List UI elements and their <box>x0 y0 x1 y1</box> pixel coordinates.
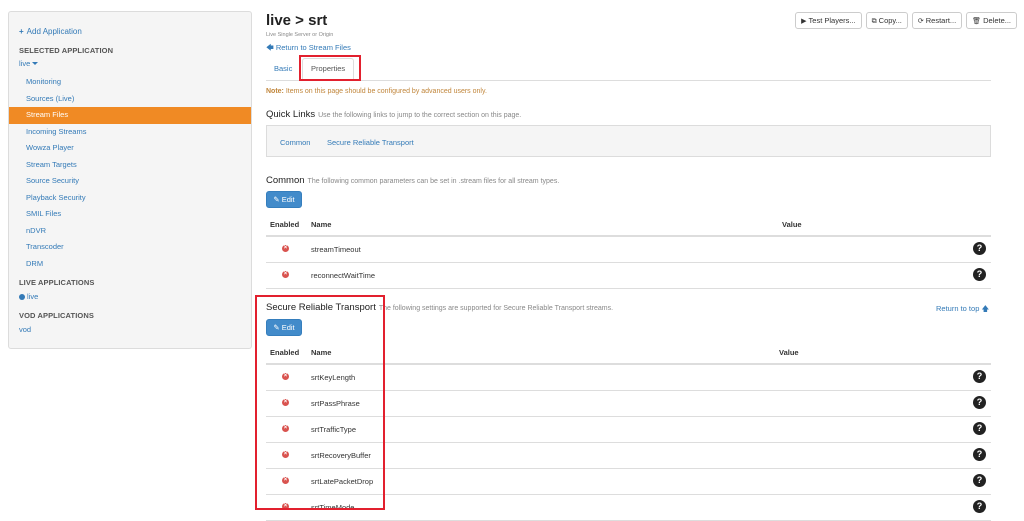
pencil-icon: ✎ <box>273 323 280 332</box>
sidebar-item-monitoring[interactable]: Monitoring <box>9 74 251 91</box>
caret-down-icon <box>32 62 39 65</box>
table-row: × srtTimeMode ? <box>266 495 991 521</box>
common-table-header: Enabled Name Value <box>266 216 991 237</box>
quick-links-heading: Quick Links Use the following links to ju… <box>266 109 522 120</box>
refresh-icon: ⟳ <box>917 18 924 25</box>
sidebar-item-incoming-streams[interactable]: Incoming Streams <box>9 124 251 141</box>
vod-app-link[interactable]: vod <box>19 325 31 334</box>
quick-link-srt[interactable]: Secure Reliable Transport <box>327 138 414 147</box>
arrow-left-icon: 🡄 <box>266 43 274 52</box>
table-row: × reconnectWaitTime ? <box>266 263 991 289</box>
srt-table-header: Enabled Name Value <box>266 344 991 365</box>
page-subtitle: Live Single Server or Origin <box>266 32 334 38</box>
column-value: Value <box>779 348 799 357</box>
sidebar-item-transcoder[interactable]: Transcoder <box>9 239 251 256</box>
arrow-up-icon: 🡅 <box>981 304 990 313</box>
sidebar-menu: Monitoring Sources (Live) Stream Files I… <box>9 74 251 272</box>
property-name: streamTimeout <box>311 245 361 254</box>
disabled-x-icon: × <box>282 271 289 278</box>
help-icon[interactable]: ? <box>973 448 986 461</box>
quick-link-common[interactable]: Common <box>280 138 310 147</box>
disabled-x-icon: × <box>282 425 289 432</box>
srt-edit-button[interactable]: ✎ Edit <box>266 319 302 336</box>
selected-app-dropdown[interactable]: live <box>19 59 39 68</box>
sidebar-item-sources-live[interactable]: Sources (Live) <box>9 91 251 108</box>
page-title: live > srt <box>266 12 328 29</box>
srt-table: Enabled Name Value × srtKeyLength ? × sr… <box>266 344 991 521</box>
sidebar-item-ndvr[interactable]: nDVR <box>9 223 251 240</box>
advanced-note: Note: Items on this page should be confi… <box>266 88 487 95</box>
column-value: Value <box>782 220 802 229</box>
pencil-icon: ✎ <box>273 195 280 204</box>
sidebar-item-stream-targets[interactable]: Stream Targets <box>9 157 251 174</box>
disabled-x-icon: × <box>282 503 289 510</box>
test-players-button[interactable]: ▶ Test Players... <box>795 12 862 29</box>
disabled-x-icon: × <box>282 245 289 252</box>
property-name: srtRecoveryBuffer <box>311 451 371 460</box>
status-dot-icon <box>19 293 25 300</box>
disabled-x-icon: × <box>282 451 289 458</box>
live-app-link[interactable]: live <box>19 292 38 301</box>
return-to-stream-files-link[interactable]: 🡄 Return to Stream Files <box>266 42 351 55</box>
tab-basic[interactable]: Basic <box>274 58 292 80</box>
property-name: srtKeyLength <box>311 373 356 382</box>
column-name: Name <box>311 220 332 229</box>
disabled-x-icon: × <box>282 399 289 406</box>
help-icon[interactable]: ? <box>973 500 986 513</box>
selected-application-heading: SELECTED APPLICATION <box>19 46 114 55</box>
delete-button[interactable]: 🗑 Delete... <box>966 12 1017 29</box>
sidebar-item-playback-security[interactable]: Playback Security <box>9 190 251 207</box>
table-row: × streamTimeout ? <box>266 237 991 263</box>
restart-button[interactable]: ⟳ Restart... <box>911 12 963 29</box>
table-row: × srtPassPhrase ? <box>266 391 991 417</box>
quick-links-box: Common Secure Reliable Transport <box>266 125 991 157</box>
toolbar: ▶ Test Players... ⧉ Copy... ⟳ Restart... 🗑 D… <box>795 12 1017 29</box>
live-applications-heading: LIVE APPLICATIONS <box>19 278 95 287</box>
table-row: × srtTrafficType ? <box>266 417 991 443</box>
column-enabled: Enabled <box>270 348 300 357</box>
property-name: srtTrafficType <box>311 425 357 434</box>
tab-properties[interactable]: Properties <box>302 58 355 80</box>
help-icon[interactable]: ? <box>973 396 986 409</box>
table-row: × srtRecoveryBuffer ? <box>266 443 991 469</box>
sidebar-item-smil-files[interactable]: SMIL Files <box>9 206 251 223</box>
trash-icon: 🗑 <box>972 18 982 25</box>
tab-bar: Basic Properties <box>266 58 991 81</box>
sidebar: + Add Application SELECTED APPLICATION li… <box>8 11 252 349</box>
add-application-link[interactable]: + Add Application <box>19 27 82 36</box>
srt-heading: Secure Reliable Transport The following s… <box>266 302 614 313</box>
plus-icon: + <box>19 27 24 36</box>
common-table: Enabled Name Value × streamTimeout ? × r… <box>266 216 991 289</box>
table-row: × srtLatePacketDrop ? <box>266 469 991 495</box>
vod-applications-heading: VOD APPLICATIONS <box>19 311 94 320</box>
property-name: srtTimeMode <box>311 503 355 512</box>
copy-icon: ⧉ <box>871 18 877 25</box>
property-name: srtPassPhrase <box>311 399 360 408</box>
help-icon[interactable]: ? <box>973 474 986 487</box>
help-icon[interactable]: ? <box>973 268 986 281</box>
help-icon[interactable]: ? <box>973 370 986 383</box>
property-name: srtLatePacketDrop <box>311 477 374 486</box>
column-enabled: Enabled <box>270 220 300 229</box>
column-name: Name <box>311 348 332 357</box>
help-icon[interactable]: ? <box>973 242 986 255</box>
return-to-top-link[interactable]: Return to top 🡅 <box>936 303 989 316</box>
table-row: × srtKeyLength ? <box>266 365 991 391</box>
property-name: reconnectWaitTime <box>311 271 376 280</box>
sidebar-item-drm[interactable]: DRM <box>9 256 251 273</box>
common-edit-button[interactable]: ✎ Edit <box>266 191 302 208</box>
common-heading: Common The following common parameters ca… <box>266 175 560 186</box>
disabled-x-icon: × <box>282 373 289 380</box>
copy-button[interactable]: ⧉ Copy... <box>865 12 908 29</box>
sidebar-item-source-security[interactable]: Source Security <box>9 173 251 190</box>
help-icon[interactable]: ? <box>973 422 986 435</box>
disabled-x-icon: × <box>282 477 289 484</box>
play-icon: ▶ <box>801 18 807 25</box>
sidebar-item-wowza-player[interactable]: Wowza Player <box>9 140 251 157</box>
sidebar-item-stream-files[interactable]: Stream Files <box>9 107 251 124</box>
